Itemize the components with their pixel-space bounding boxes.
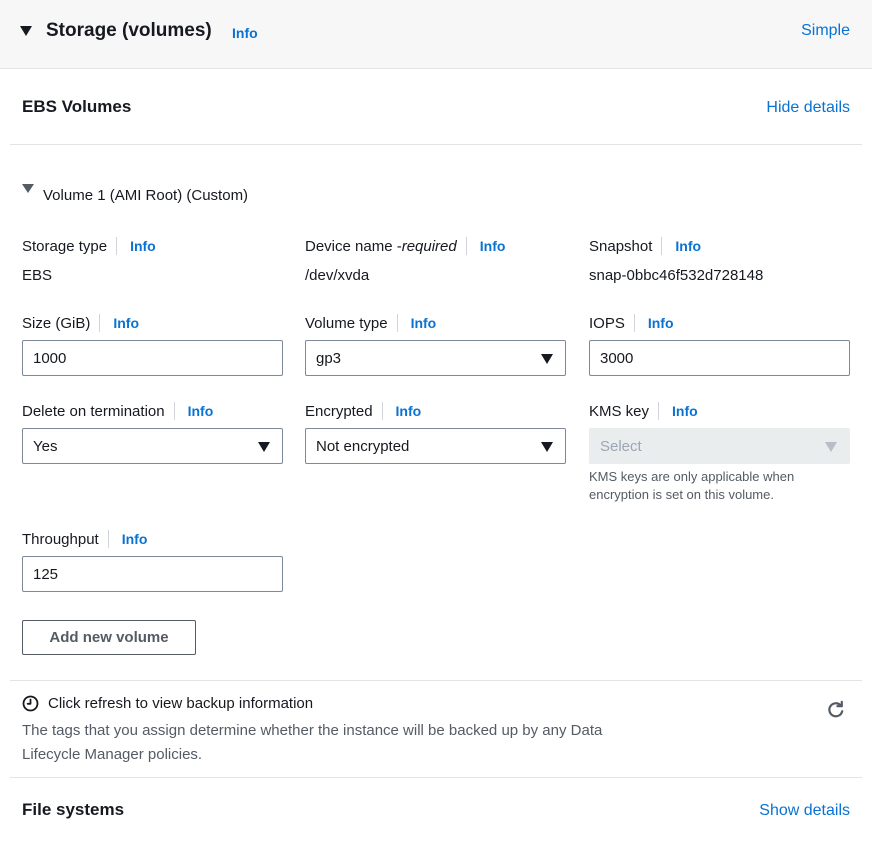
storage-info-link[interactable]: Info [232, 25, 258, 41]
size-label: Size (GiB) Info [22, 314, 139, 332]
device-name-info-link[interactable]: Info [480, 238, 506, 254]
caret-down-icon [541, 442, 553, 452]
device-name-value: /dev/xvda [305, 267, 370, 284]
throughput-label: Throughput Info [22, 530, 148, 548]
divider [10, 777, 862, 778]
encrypted-info-link[interactable]: Info [396, 403, 422, 419]
snapshot-info-link[interactable]: Info [675, 238, 701, 254]
iops-input[interactable]: 3000 [589, 340, 850, 376]
delete-on-termination-info-link[interactable]: Info [188, 403, 214, 419]
delete-on-termination-label: Delete on termination Info [22, 402, 214, 420]
divider [10, 144, 862, 145]
snapshot-value: snap-0bbc46f532d728148 [589, 267, 764, 284]
encrypted-select[interactable]: Not encrypted [305, 428, 566, 464]
storage-type-label: Storage type Info [22, 237, 156, 255]
file-systems-title: File systems [22, 800, 125, 819]
storage-type-value: EBS [22, 267, 53, 284]
show-details-link[interactable]: Show details [759, 802, 850, 820]
kms-key-help-text: KMS keys are only applicable when encryp… [589, 469, 795, 502]
hide-details-link[interactable]: Hide details [766, 99, 850, 117]
refresh-icon[interactable] [826, 700, 846, 720]
backup-info-description: The tags that you assign determine wheth… [22, 722, 603, 763]
volume-type-label: Volume type Info [305, 314, 437, 332]
caret-down-icon [258, 442, 270, 452]
throughput-info-link[interactable]: Info [122, 531, 148, 547]
divider [10, 680, 862, 681]
volume-type-info-link[interactable]: Info [411, 315, 437, 331]
encrypted-label: Encrypted Info [305, 402, 422, 420]
snapshot-label: Snapshot Info [589, 237, 702, 255]
backup-info-title: Click refresh to view backup information [48, 695, 314, 712]
volume-title[interactable]: Volume 1 (AMI Root) (Custom) [43, 187, 248, 204]
kms-key-select: Select [589, 428, 850, 464]
device-name-label: Device name - required Info [305, 237, 506, 255]
caret-down-icon [825, 442, 837, 452]
iops-info-link[interactable]: Info [648, 315, 674, 331]
ebs-volumes-title: EBS Volumes [22, 97, 132, 116]
caret-down-icon [541, 354, 553, 364]
caret-down-icon[interactable] [20, 26, 32, 36]
add-new-volume-button[interactable]: Add new volume [22, 620, 196, 655]
volume-type-select[interactable]: gp3 [305, 340, 566, 376]
volume-caret-down-icon[interactable] [22, 184, 34, 193]
kms-key-label: KMS key Info [589, 402, 698, 420]
size-input[interactable]: 1000 [22, 340, 283, 376]
simple-mode-link[interactable]: Simple [801, 22, 850, 40]
kms-key-info-link[interactable]: Info [672, 403, 698, 419]
storage-type-info-link[interactable]: Info [130, 238, 156, 254]
throughput-input[interactable]: 125 [22, 556, 283, 592]
delete-on-termination-select[interactable]: Yes [22, 428, 283, 464]
size-info-link[interactable]: Info [113, 315, 139, 331]
clock-icon [22, 695, 39, 712]
section-title: Storage (volumes) [46, 20, 212, 41]
iops-label: IOPS Info [589, 314, 674, 332]
